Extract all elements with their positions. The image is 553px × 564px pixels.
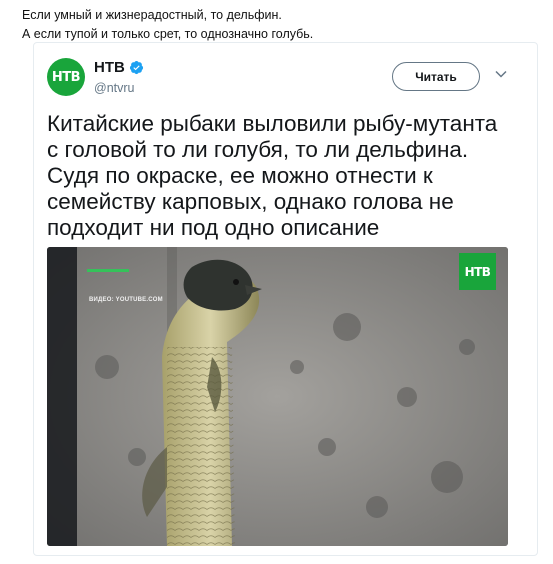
ntv-logo-icon: НТВ [51,69,81,85]
video-source-label: ВИДЕО: YOUTUBE.COM [89,297,163,303]
caption-line-1: Если умный и жизнерадостный, то дельфин. [22,8,282,22]
tweet-text-line: Судя по окраске, ее можно отнести к [47,163,433,188]
account-name-label: НТВ [94,59,125,76]
tweet-video-thumbnail[interactable]: ВИДЕО: YOUTUBE.COM НТВ [47,247,508,546]
post-caption: Если умный и жизнерадостный, то дельфин.… [22,6,313,44]
ntv-watermark-icon: НТВ [459,253,496,290]
tweet-text-line: с головой то ли голубя, то ли дельфина. [47,137,469,162]
verified-badge-icon [129,60,143,75]
video-progress-bar [87,269,129,272]
chevron-down-icon[interactable] [494,67,508,81]
tweet-text: Китайские рыбаки выловили рыбу-мутанта с… [47,111,527,241]
tweet-text-line: семейству карповых, однако голова не [47,189,454,214]
account-handle[interactable]: @ntvru [94,81,134,95]
embedded-tweet-card[interactable]: НТВ НТВ @ntvru Читать Китайские рыбаки в… [33,42,538,556]
follow-button[interactable]: Читать [392,62,480,91]
ntv-watermark-text: НТВ [464,264,491,279]
ntv-avatar[interactable]: НТВ [47,58,85,96]
tweet-text-line: Китайские рыбаки выловили рыбу-мутанта [47,111,498,136]
tweet-text-line: подходит ни под одно описание [47,215,380,240]
fish-image [47,247,508,546]
account-name[interactable]: НТВ [94,59,144,76]
